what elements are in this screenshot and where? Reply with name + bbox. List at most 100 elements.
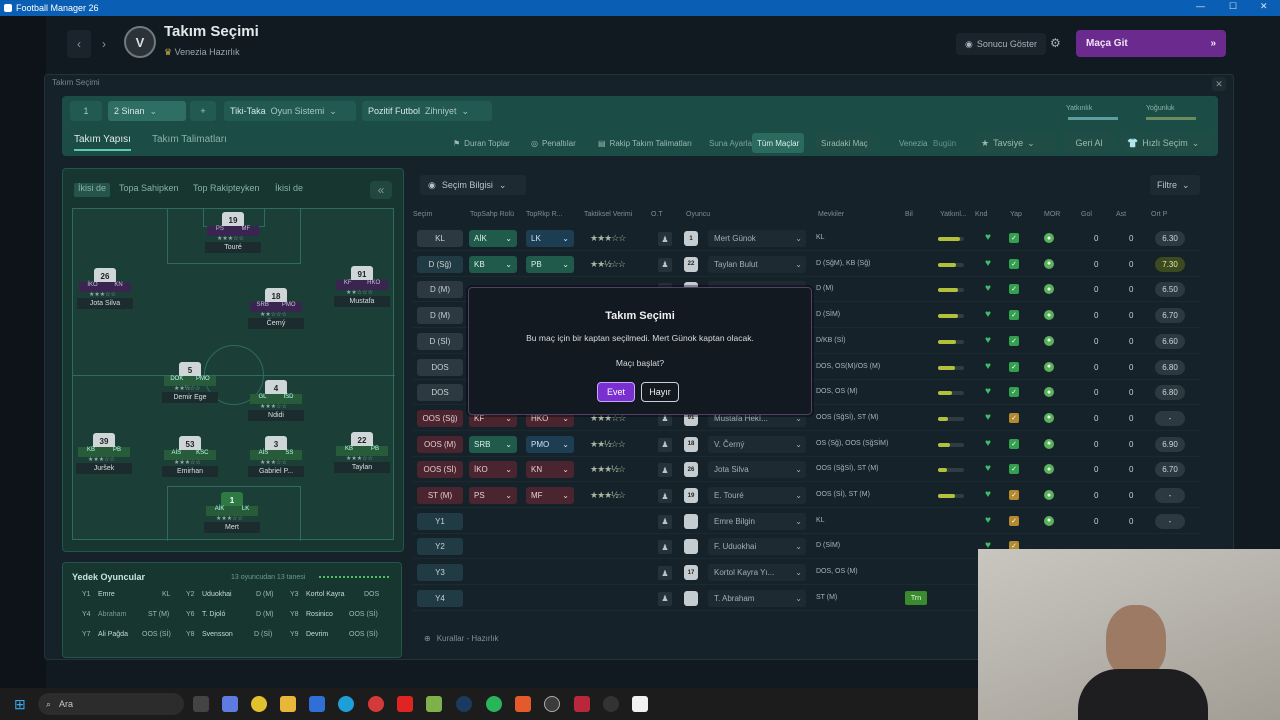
no-button[interactable]: Hayır	[641, 382, 679, 402]
person-icon[interactable]: ♟	[658, 591, 672, 606]
player-dropdown[interactable]: T. Abraham ⌄	[708, 589, 806, 607]
sub-name[interactable]: Rosinico	[306, 611, 333, 618]
col-condition[interactable]: Knd	[975, 211, 987, 218]
ip-role-dropdown[interactable]: İKO ⌄	[469, 461, 517, 479]
pitch-player-gk[interactable]: 1 AİK LK ★★★☆☆ Mert	[204, 492, 260, 534]
oop-role-dropdown[interactable]: KN ⌄	[526, 461, 574, 479]
chrome-icon[interactable]	[251, 696, 267, 712]
pitch-player-dc-left[interactable]: 53 AİS KSC ★★★☆☆ Emirhan	[162, 436, 218, 478]
gear-icon[interactable]: ⚙	[1050, 36, 1061, 50]
oop-role-dropdown[interactable]: PMO ⌄	[526, 435, 574, 453]
tactic-slot-2[interactable]: 2 Sinan ⌄	[108, 101, 186, 121]
sub-name[interactable]: Ali Pağda	[98, 631, 128, 638]
pitch-player-dm-left[interactable]: 5 DOK PMO ★★½☆☆ Demir Ege	[162, 362, 218, 404]
pitch-tab-out-possession[interactable]: Top Rakipteyken	[193, 183, 260, 197]
selection-cell[interactable]: D (M)	[417, 281, 463, 299]
media-icon[interactable]	[368, 696, 384, 712]
steam-icon[interactable]	[456, 696, 472, 712]
selection-cell[interactable]: ST (M)	[417, 487, 463, 504]
col-ot[interactable]: O.T	[651, 211, 663, 218]
all-matches-toggle[interactable]: Tüm Maçlar	[752, 133, 805, 153]
col-tactical-efficiency[interactable]: Taktiksel Verimi	[584, 211, 632, 218]
sub-name[interactable]: Uduokhai	[202, 591, 232, 598]
obs-icon[interactable]	[603, 696, 619, 712]
penalties-button[interactable]: ◎ Penaltılar	[526, 133, 581, 153]
whatsapp-icon[interactable]	[486, 696, 502, 712]
player-dropdown[interactable]: Mert Günok ⌄	[708, 230, 806, 247]
sub-name[interactable]: T. Djoló	[202, 611, 225, 618]
col-selection[interactable]: Seçim	[413, 211, 432, 218]
football-manager-icon[interactable]	[544, 696, 560, 712]
opposition-instructions-button[interactable]: ▤ Rakip Takım Talimatları	[593, 133, 697, 153]
oop-role-dropdown[interactable]: MF ⌄	[526, 487, 574, 504]
app-white-icon[interactable]	[632, 696, 648, 712]
sub-name[interactable]: Devrim	[306, 631, 328, 638]
person-icon[interactable]: ♟	[658, 489, 672, 503]
table-row[interactable]: ST (M) PS ⌄ MF ⌄ ★★★½☆ ♟ 19 E. Touré ⌄ OOS (Sİ), S…	[412, 484, 1200, 508]
collapse-button[interactable]: «	[370, 181, 392, 199]
show-result-button[interactable]: ◉ Sonucu Göster	[956, 33, 1046, 55]
ip-role-dropdown[interactable]: SRB ⌄	[469, 435, 517, 453]
col-player[interactable]: Oyuncu	[686, 211, 710, 218]
ip-role-dropdown[interactable]: PS ⌄	[469, 487, 517, 504]
set-pieces-button[interactable]: ⚑ Duran Toplar	[448, 133, 515, 153]
selection-info-dropdown[interactable]: ◉ Seçim Bilgisi ⌄	[420, 175, 526, 195]
player-dropdown[interactable]: V. Černý ⌄	[708, 435, 806, 453]
pitch-player-st[interactable]: 19 PS MF ★★★☆☆ Touré	[205, 212, 261, 254]
playing-style-dropdown[interactable]: Tiki-Taka Oyun Sistemi ⌄	[224, 101, 356, 121]
pitch-player-dc-right[interactable]: 3 AİS SS ★★★☆☆ Gabriel P...	[248, 436, 304, 478]
pitch-player-dr[interactable]: 22 KB PB ★★★☆☆ Taylan	[334, 432, 390, 474]
editor-icon[interactable]	[515, 696, 531, 712]
minimize-icon[interactable]: —	[1196, 1, 1205, 11]
pitch-tab-in-possession[interactable]: Topa Sahipken	[119, 183, 179, 197]
selection-cell[interactable]: KL	[417, 230, 463, 247]
person-icon[interactable]: ♟	[658, 566, 672, 581]
player-dropdown[interactable]: Taylan Bulut ⌄	[708, 255, 806, 273]
ip-role-dropdown[interactable]: KB ⌄	[469, 255, 517, 273]
person-icon[interactable]: ♟	[658, 540, 672, 555]
tactic-slot-1[interactable]: 1	[70, 101, 102, 121]
quick-select-dropdown[interactable]: 👕 Hızlı Seçim ⌄	[1122, 133, 1212, 153]
col-familiarity[interactable]: Yatkınl...	[940, 211, 967, 218]
tab-team-structure[interactable]: Takım Yapısı	[74, 134, 131, 151]
selection-cell[interactable]: Y1	[417, 512, 463, 530]
sub-name[interactable]: Kortol Kayra	[306, 591, 345, 598]
selection-cell[interactable]: DOS	[417, 384, 463, 402]
task-view-icon[interactable]	[193, 696, 209, 712]
table-row[interactable]: D (Sğ) KB ⌄ PB ⌄ ★★½☆☆ ♟ 22 Taylan Bulut ⌄ D (SğM)…	[412, 253, 1200, 277]
store-icon[interactable]	[309, 696, 325, 712]
file-explorer-icon[interactable]	[280, 696, 296, 712]
pitch-player-amr[interactable]: 91 KF HKO ★★☆☆☆ Mustafa	[334, 266, 390, 308]
col-oop-role[interactable]: TopRkp R...	[526, 211, 563, 218]
selection-cell[interactable]: OOS (Sğ)	[417, 409, 463, 427]
col-morale[interactable]: MOR	[1044, 211, 1060, 218]
ip-role-dropdown[interactable]: AİK ⌄	[469, 230, 517, 247]
edge-icon[interactable]	[338, 696, 354, 712]
tab-team-instructions[interactable]: Takım Talimatları	[152, 134, 227, 145]
selection-cell[interactable]: DOS	[417, 358, 463, 376]
selection-cell[interactable]: OOS (M)	[417, 435, 463, 453]
person-icon[interactable]: ♟	[658, 232, 672, 246]
filter-dropdown[interactable]: Filtre ⌄	[1150, 175, 1200, 195]
selection-cell[interactable]: D (M)	[417, 307, 463, 325]
person-icon[interactable]: ♟	[658, 257, 672, 272]
mentality-dropdown[interactable]: Pozitif Futbol Zihniyet ⌄	[362, 101, 492, 121]
app-red-icon[interactable]	[574, 696, 590, 712]
col-avg-rating[interactable]: Ort P	[1151, 211, 1167, 218]
close-panel-button[interactable]: ✕	[1212, 77, 1226, 91]
col-knowledge[interactable]: Bil	[905, 211, 913, 218]
close-window-icon[interactable]: ✕	[1260, 1, 1268, 12]
copilot-icon[interactable]	[222, 696, 238, 712]
go-to-match-button[interactable]: Maça Git »	[1076, 30, 1226, 57]
oop-role-dropdown[interactable]: LK ⌄	[526, 230, 574, 247]
pitch-player-amc[interactable]: 18 SRB PMO ★★☆☆☆ Černý	[248, 288, 304, 330]
taskbar-search[interactable]: ⌕ Ara	[38, 693, 184, 715]
col-ip-role[interactable]: TopSahp Rolü	[470, 211, 514, 218]
person-icon[interactable]: ♟	[658, 437, 672, 452]
next-match-toggle[interactable]: Sıradaki Maç	[816, 133, 873, 153]
add-tactic-button[interactable]: +	[190, 101, 216, 121]
player-dropdown[interactable]: E. Touré ⌄	[708, 487, 806, 504]
pitch-tab-both-2[interactable]: İkisi de	[275, 183, 303, 197]
undo-button[interactable]: Geri Al	[1064, 133, 1114, 153]
col-positions[interactable]: Mevkiler	[818, 211, 844, 218]
